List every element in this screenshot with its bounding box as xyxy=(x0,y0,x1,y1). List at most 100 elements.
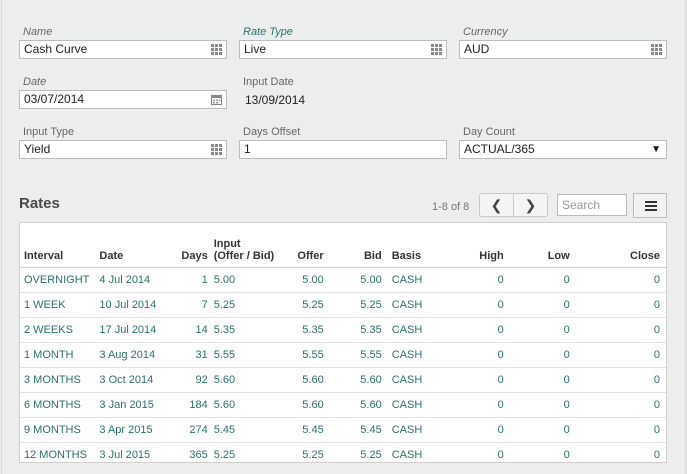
cell-basis: CASH xyxy=(387,367,438,393)
cell-low: 0 xyxy=(509,417,576,443)
search-input[interactable]: Search xyxy=(557,194,627,216)
currency-value: AUD xyxy=(464,42,490,56)
col-input-line2: (Offer / Bid) xyxy=(213,250,275,262)
cell-low: 0 xyxy=(509,267,576,293)
cell-low: 0 xyxy=(509,392,576,418)
grid-icon[interactable] xyxy=(211,44,222,55)
col-offer[interactable]: Offer xyxy=(287,223,330,268)
col-date[interactable]: Date xyxy=(95,223,178,268)
table-row[interactable]: 1 MONTH 3 Aug 2014 31 5.55 5.55 5.55 CASH 0 0 0 xyxy=(20,342,666,368)
cell-days: 14 xyxy=(177,317,210,343)
rate-type-value: Live xyxy=(244,42,267,56)
input-date-value: 13/09/2014 xyxy=(245,93,306,107)
cell-input: 5.45 xyxy=(209,417,288,443)
table-row[interactable]: 1 WEEK 10 Jul 2014 7 5.25 5.25 5.25 CASH 0 0 0 xyxy=(20,292,666,318)
cell-basis: CASH xyxy=(387,267,438,293)
cell-days: 31 xyxy=(177,342,210,368)
cell-date: 4 Jul 2014 xyxy=(95,267,178,293)
grid-icon[interactable] xyxy=(211,144,222,155)
col-interval[interactable]: Interval xyxy=(20,223,96,268)
cell-low: 0 xyxy=(509,342,576,368)
cell-interval: 1 MONTH xyxy=(20,342,96,368)
table-row[interactable]: 12 MONTHS 3 Jul 2015 365 5.25 5.25 5.25 CASH 0 0… xyxy=(20,443,666,468)
name-field[interactable]: Cash Curve xyxy=(19,40,227,59)
cell-low: 0 xyxy=(563,449,570,461)
cell-input: 5.00 xyxy=(209,267,288,293)
calendar-icon[interactable] xyxy=(211,94,222,105)
cell-input: 5.25 xyxy=(209,292,288,318)
cell-high: 0 xyxy=(437,392,510,418)
day-count-select[interactable]: ACTUAL/365 ▼ xyxy=(459,140,667,159)
cell-high: 0 xyxy=(437,292,510,318)
cell-interval: 12 MONTHS xyxy=(24,449,87,461)
cell-offer: 5.60 xyxy=(287,367,330,393)
cell-offer: 5.25 xyxy=(287,292,330,318)
col-close[interactable]: Close xyxy=(575,223,666,268)
table-row[interactable]: 9 MONTHS 3 Apr 2015 274 5.45 5.45 5.45 CASH 0 0 0 xyxy=(20,417,666,443)
dropdown-caret-icon[interactable]: ▼ xyxy=(651,141,661,158)
day-count-value: ACTUAL/365 xyxy=(464,142,535,156)
cell-basis: CASH xyxy=(387,392,438,418)
col-low[interactable]: Low xyxy=(509,223,576,268)
input-type-field[interactable]: Yield xyxy=(19,140,227,159)
table-row[interactable]: 2 WEEKS 17 Jul 2014 14 5.35 5.35 5.35 CASH 0 0 0 xyxy=(20,317,666,343)
cell-bid: 5.25 xyxy=(360,449,382,461)
prev-page-button[interactable]: ❮ xyxy=(479,193,514,217)
cell-high: 0 xyxy=(437,417,510,443)
grid-icon[interactable] xyxy=(431,44,442,55)
table-row[interactable]: 3 MONTHS 3 Oct 2014 92 5.60 5.60 5.60 CASH 0 0 0 xyxy=(20,367,666,393)
rate-type-field[interactable]: Live xyxy=(239,40,447,59)
days-offset-value: 1 xyxy=(244,142,251,156)
col-input[interactable]: Input (Offer / Bid) xyxy=(209,223,288,268)
table-row[interactable]: OVERNIGHT 4 Jul 2014 1 5.00 5.00 5.00 CASH 0 0 0 xyxy=(20,267,666,293)
cell-close: 0 xyxy=(575,367,666,393)
cell-bid: 5.25 xyxy=(329,292,388,318)
column-menu-button[interactable] xyxy=(633,193,667,218)
cell-offer: 5.60 xyxy=(287,392,330,418)
date-value: 03/07/2014 xyxy=(24,92,85,106)
cell-interval: 2 WEEKS xyxy=(20,317,96,343)
name-label: Name xyxy=(23,26,53,38)
date-field[interactable]: 03/07/2014 xyxy=(19,90,227,109)
cell-high: 0 xyxy=(497,449,504,461)
cell-close: 0 xyxy=(575,342,666,368)
cell-low: 0 xyxy=(509,367,576,393)
cell-low: 0 xyxy=(509,317,576,343)
input-date-label: Input Date xyxy=(243,76,294,88)
cell-low: 0 xyxy=(509,292,576,318)
input-type-value: Yield xyxy=(24,142,51,156)
cell-bid: 5.00 xyxy=(329,267,388,293)
table-row[interactable]: 6 MONTHS 3 Jan 2015 184 5.60 5.60 5.60 CASH 0 0 0 xyxy=(20,392,666,418)
rates-title: Rates xyxy=(19,195,60,212)
cell-date: 10 Jul 2014 xyxy=(95,292,178,318)
cell-date: 3 Apr 2015 xyxy=(95,417,178,443)
col-basis[interactable]: Basis xyxy=(387,223,438,268)
cell-bid: 5.55 xyxy=(329,342,388,368)
currency-label: Currency xyxy=(463,26,508,38)
col-bid[interactable]: Bid xyxy=(329,223,388,268)
cell-interval: 6 MONTHS xyxy=(20,392,96,418)
cell-days: 184 xyxy=(177,392,210,418)
cell-date: 3 Aug 2014 xyxy=(95,342,178,368)
grid-icon[interactable] xyxy=(651,44,662,55)
cell-basis: CASH xyxy=(387,317,438,343)
cell-input: 5.60 xyxy=(209,392,288,418)
name-value: Cash Curve xyxy=(24,42,88,56)
rate-type-label: Rate Type xyxy=(243,26,293,38)
cell-high: 0 xyxy=(437,367,510,393)
col-high[interactable]: High xyxy=(437,223,510,268)
hamburger-menu-icon-bar xyxy=(645,205,657,207)
cell-date: 3 Jan 2015 xyxy=(95,392,178,418)
cell-offer: 5.00 xyxy=(287,267,330,293)
cell-bid: 5.35 xyxy=(329,317,388,343)
cell-basis: CASH xyxy=(387,292,438,318)
currency-field[interactable]: AUD xyxy=(459,40,667,59)
col-days[interactable]: Days xyxy=(177,223,210,268)
cell-interval: 9 MONTHS xyxy=(20,417,96,443)
days-offset-field[interactable]: 1 xyxy=(239,140,447,159)
next-page-button[interactable]: ❯ xyxy=(513,193,548,217)
cell-close: 0 xyxy=(575,292,666,318)
chevron-right-icon: ❯ xyxy=(524,197,537,213)
cell-days: 274 xyxy=(177,417,210,443)
cell-high: 0 xyxy=(437,317,510,343)
